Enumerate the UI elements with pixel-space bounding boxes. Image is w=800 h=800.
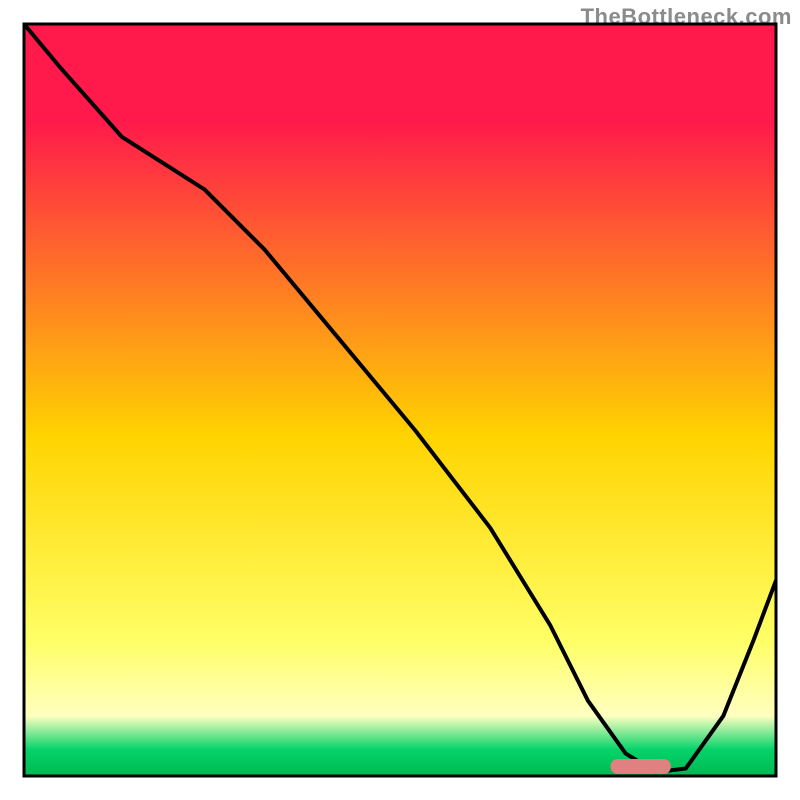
chart-container: TheBottleneck.com [0, 0, 800, 800]
optimal-range-marker [611, 759, 671, 774]
plot-frame [24, 24, 776, 776]
bottleneck-curve-chart [0, 0, 800, 800]
